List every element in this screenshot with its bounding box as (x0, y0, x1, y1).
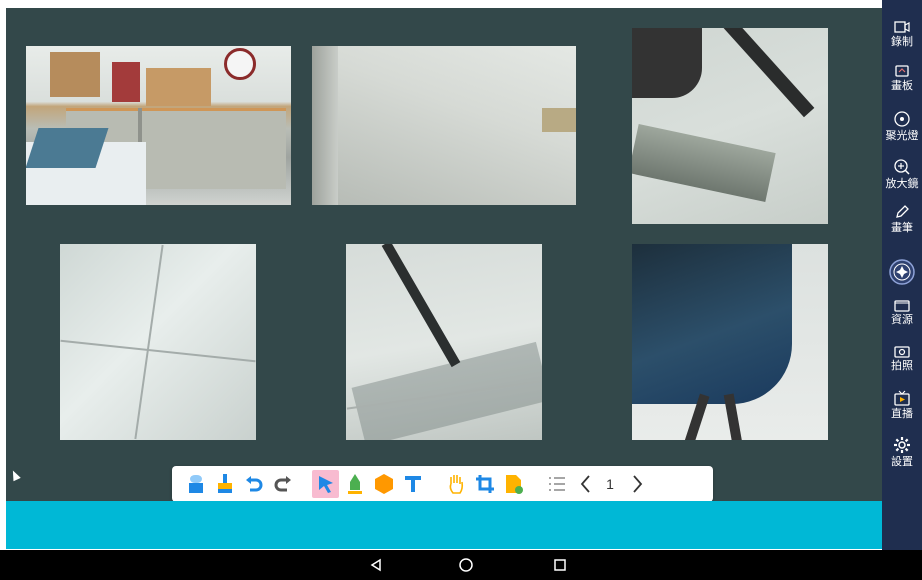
sidebar-item-pen[interactable]: 畫筆 (882, 204, 922, 234)
camera-photo-office[interactable] (26, 46, 291, 205)
android-nav-bar (0, 550, 922, 580)
camera-photo-floor[interactable] (60, 244, 256, 440)
list-icon[interactable] (543, 470, 570, 498)
camera-photo-chair-bar[interactable] (632, 28, 828, 224)
sidebar-item-spotlight[interactable]: 聚光燈 (882, 110, 922, 142)
add-page-icon[interactable] (500, 470, 527, 498)
resource-icon (894, 300, 910, 312)
live-icon (894, 390, 910, 406)
undo-icon[interactable] (240, 470, 267, 498)
prev-page-icon[interactable] (572, 470, 599, 498)
pen-icon (896, 205, 909, 218)
bottom-toolbar: 1 (172, 466, 713, 502)
sidebar-item-live[interactable]: 直播 (882, 390, 922, 420)
settings-icon (894, 437, 910, 453)
select-icon[interactable] (312, 470, 339, 498)
recents-icon[interactable] (550, 555, 570, 575)
redo-icon[interactable] (269, 470, 296, 498)
whiteboard-icon (895, 65, 909, 77)
camera-icon (894, 346, 910, 358)
hand-icon[interactable] (442, 470, 469, 498)
camera-photo-backpack[interactable] (632, 244, 828, 440)
sidebar-item-camera[interactable]: 拍照 (882, 344, 922, 372)
eraser-icon[interactable] (182, 470, 209, 498)
magnifier-icon (894, 159, 910, 175)
camera-photo-wall[interactable] (312, 46, 576, 205)
text-icon[interactable] (399, 470, 426, 498)
next-page-icon[interactable] (623, 470, 650, 498)
clear-icon[interactable] (211, 470, 238, 498)
camera-photo-chair-leg[interactable] (346, 244, 542, 440)
home-icon[interactable] (456, 555, 476, 575)
sidebar-item-whiteboard[interactable]: 畫板 (882, 64, 922, 92)
sidebar-item-settings[interactable]: 設置 (882, 436, 922, 468)
sidebar-item-record[interactable]: 錄制 (882, 20, 922, 48)
sidebar-item-navigation[interactable] (882, 258, 922, 286)
spotlight-icon (894, 111, 910, 127)
record-icon (894, 21, 910, 33)
crop-icon[interactable] (471, 470, 498, 498)
highlighter-icon[interactable] (341, 470, 368, 498)
page-number: 1 (606, 476, 614, 492)
shape-icon[interactable] (370, 470, 397, 498)
bottom-accent-bar (6, 501, 882, 549)
right-sidebar: 錄制 畫板 聚光燈 放大鏡 畫筆 資源 拍照 直播 設置 (882, 0, 922, 550)
navigation-joystick-icon (889, 259, 915, 285)
sidebar-item-resource[interactable]: 資源 (882, 298, 922, 326)
back-icon[interactable] (366, 555, 386, 575)
sidebar-item-magnifier[interactable]: 放大鏡 (882, 158, 922, 190)
